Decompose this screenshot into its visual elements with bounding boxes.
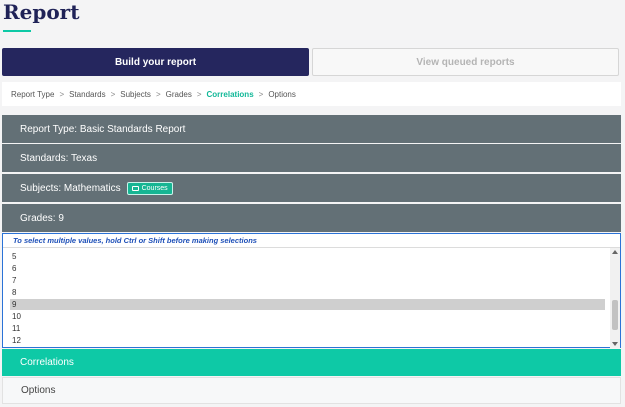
breadcrumb-subjects[interactable]: Subjects (120, 90, 151, 99)
grade-option-9[interactable]: 9 (10, 299, 605, 310)
grade-option-6[interactable]: 6 (10, 263, 605, 274)
multi-select-hint: To select multiple values, hold Ctrl or … (13, 236, 257, 245)
build-report-tab[interactable]: Build your report (2, 48, 309, 76)
grades-row[interactable]: Grades: 9 (2, 204, 621, 232)
chevron-right-icon: > (110, 89, 116, 99)
standards-label: Standards: Texas (20, 152, 98, 164)
breadcrumb-correlations[interactable]: Correlations (207, 90, 254, 99)
options-label: Options (21, 385, 56, 396)
chevron-right-icon: > (258, 89, 264, 99)
breadcrumb: Report Type > Standards > Subjects > Gra… (2, 82, 621, 106)
breadcrumb-standards[interactable]: Standards (69, 90, 105, 99)
report-type-row[interactable]: Report Type: Basic Standards Report (2, 115, 621, 143)
breadcrumb-options[interactable]: Options (268, 90, 296, 99)
grade-option-5[interactable]: 5 (10, 251, 605, 262)
chevron-right-icon: > (59, 89, 65, 99)
grades-select-panel: To select multiple values, hold Ctrl or … (2, 233, 621, 348)
scroll-down-icon[interactable] (612, 342, 618, 346)
title-underline (3, 30, 31, 32)
options-section[interactable]: Options (2, 377, 621, 404)
grade-option-7[interactable]: 7 (10, 275, 605, 286)
page-title: Report (3, 0, 80, 24)
correlations-label: Correlations (20, 357, 74, 368)
scrollbar-thumb[interactable] (612, 300, 618, 330)
standards-row[interactable]: Standards: Texas (2, 144, 621, 172)
grade-option-10[interactable]: 10 (10, 311, 605, 322)
correlations-section[interactable]: Correlations (2, 349, 621, 376)
report-type-label: Report Type: Basic Standards Report (20, 123, 186, 135)
grade-option-8[interactable]: 8 (10, 287, 605, 298)
grades-listbox[interactable]: 5 6 7 8 9 10 11 12 (3, 247, 620, 348)
view-queued-reports-tab[interactable]: View queued reports (312, 48, 619, 76)
courses-badge[interactable]: Courses (126, 181, 173, 195)
breadcrumb-grades[interactable]: Grades (166, 90, 192, 99)
chevron-right-icon: > (196, 89, 202, 99)
grades-label: Grades: 9 (20, 212, 64, 224)
listbox-scrollbar[interactable] (610, 248, 620, 348)
chevron-right-icon: > (155, 89, 161, 99)
grade-option-11[interactable]: 11 (10, 323, 605, 334)
subjects-row[interactable]: Subjects: Mathematics Courses (2, 174, 621, 202)
scroll-up-icon[interactable] (612, 250, 618, 254)
grade-option-12[interactable]: 12 (10, 335, 605, 346)
breadcrumb-report-type[interactable]: Report Type (11, 90, 54, 99)
courses-icon (131, 185, 139, 191)
courses-badge-label: Courses (141, 184, 168, 192)
subjects-label: Subjects: Mathematics (20, 182, 121, 194)
